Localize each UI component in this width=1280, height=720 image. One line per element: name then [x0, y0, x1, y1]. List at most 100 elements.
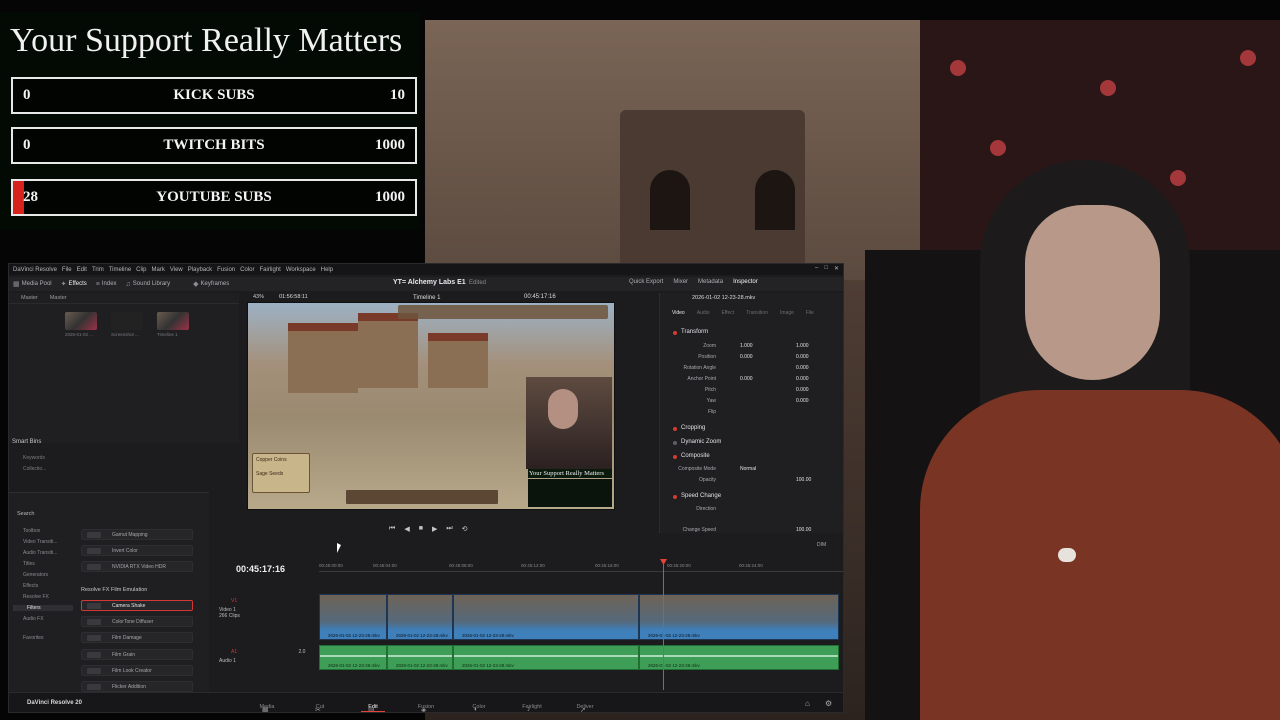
loop-icon[interactable]: ⟲ — [462, 525, 468, 533]
maximize-icon[interactable]: □ — [824, 265, 828, 272]
tree-titles[interactable]: Titles — [23, 561, 35, 567]
fx-film-damage[interactable]: Film Damage — [81, 632, 193, 643]
section-dynamic-zoom[interactable]: Dynamic Zoom — [672, 439, 721, 445]
param-value[interactable]: 0.000 — [796, 387, 809, 393]
menu-help[interactable]: Help — [321, 267, 333, 273]
param-y[interactable]: 1.000 — [796, 343, 809, 349]
video-clip[interactable]: 2026-01-02 12-23-28.mkv — [319, 594, 387, 640]
fx-gamut-mapping[interactable]: Gamut Mapping — [81, 529, 193, 540]
param-value[interactable]: 0.000 — [796, 398, 809, 404]
video-clip[interactable]: 2026-01-02 12-23-28.mkv — [453, 594, 639, 640]
tab-effect[interactable]: Effect — [722, 310, 735, 316]
tree-audio-fx[interactable]: Audio FX — [23, 616, 44, 622]
video-clip[interactable]: 2026-01-02 12-23-28.mkv — [639, 594, 839, 640]
menu-view[interactable]: View — [170, 267, 183, 273]
section-speed-change[interactable]: Speed Change — [672, 493, 721, 499]
menu-fusion[interactable]: Fusion — [217, 267, 235, 273]
quick-export-button[interactable]: Quick Export — [629, 279, 663, 285]
timeline-viewer[interactable]: Your Support Really Matters Copper Coins… — [247, 302, 615, 510]
fx-invert-color[interactable]: Invert Color — [81, 545, 193, 556]
tree-toolbox[interactable]: Toolbox — [23, 528, 40, 534]
bin-master-path[interactable]: Master — [50, 295, 67, 301]
effects-button[interactable]: ✦ Effects — [61, 280, 87, 288]
viewer-timeline-name[interactable]: Timeline 1 — [413, 295, 440, 301]
mixer-button[interactable]: Mixer — [673, 279, 688, 285]
tree-audio-transitions[interactable]: Audio Transiti... — [23, 550, 57, 556]
menu-file[interactable]: File — [62, 267, 72, 273]
settings-gear-icon[interactable]: ⚙ — [825, 699, 832, 708]
fx-camera-shake[interactable]: Camera Shake — [81, 600, 193, 611]
smart-bin-keywords[interactable]: Keywords — [23, 455, 45, 461]
menu-playback[interactable]: Playback — [188, 267, 212, 273]
track-header-v1[interactable]: V1 Video 1 266 Clips — [209, 598, 319, 619]
param-x[interactable]: 0.000 — [740, 354, 753, 360]
section-cropping[interactable]: Cropping — [672, 425, 705, 431]
effects-search[interactable]: Search — [17, 511, 34, 517]
bin-master-root[interactable]: Master — [21, 295, 38, 301]
page-edit[interactable]: ▤ Edit — [358, 704, 388, 712]
video-clip[interactable]: 2026-01-02 12-23-28.mkv — [387, 594, 453, 640]
close-icon[interactable]: ✕ — [834, 265, 839, 272]
param-x[interactable]: 0.000 — [740, 376, 753, 382]
page-fairlight[interactable]: ♪ Fairlight — [517, 704, 547, 712]
tree-video-transitions[interactable]: Video Transiti... — [23, 539, 57, 545]
stop-icon[interactable]: ■ — [419, 525, 423, 533]
section-composite[interactable]: Composite — [673, 453, 710, 459]
tree-filters[interactable]: Filters — [13, 605, 73, 611]
audio-clip[interactable]: 2026-01-02 12-23-28.mkv — [387, 645, 453, 670]
clip-thumb[interactable]: Screenshot ... — [111, 312, 145, 337]
play-icon[interactable]: ▶ — [432, 525, 437, 533]
menu-color[interactable]: Color — [240, 267, 254, 273]
inspector-button[interactable]: Inspector — [733, 279, 758, 285]
tab-file[interactable]: File — [806, 310, 814, 316]
param-value[interactable]: 100.00 — [796, 527, 811, 533]
playhead[interactable] — [663, 562, 664, 690]
tab-video[interactable]: Video — [672, 310, 685, 316]
menu-workspace[interactable]: Workspace — [286, 267, 316, 273]
index-button[interactable]: ≡ Index — [96, 281, 117, 288]
menu-app[interactable]: DaVinci Resolve — [13, 267, 57, 273]
audio-clip[interactable]: 2026-01-02 12-23-28.mkv — [639, 645, 839, 670]
param-y[interactable]: 0.000 — [796, 354, 809, 360]
param-value[interactable]: 0.000 — [796, 365, 809, 371]
page-color[interactable]: ◐ Color — [464, 704, 494, 712]
fx-film-look-creator[interactable]: Film Look Creator — [81, 665, 193, 676]
page-cut[interactable]: ✂ Cut — [305, 704, 335, 712]
clip-thumb[interactable]: 2026-01-02 ... — [65, 312, 99, 337]
timeline-ruler[interactable]: 00:45:00:00 00:45:04:00 00:45:08:00 00:4… — [319, 562, 843, 572]
menu-fairlight[interactable]: Fairlight — [259, 267, 280, 273]
menu-clip[interactable]: Clip — [136, 267, 146, 273]
keyframes-button[interactable]: ◆ Keyframes — [193, 280, 229, 288]
audio-clip[interactable]: 2026-01-02 12-23-28.mkv — [453, 645, 639, 670]
fx-film-grain[interactable]: Film Grain — [81, 649, 193, 660]
go-to-start-icon[interactable]: ⏮ — [389, 525, 395, 533]
tree-generators[interactable]: Generators — [23, 572, 48, 578]
page-fusion[interactable]: ◈ Fusion — [411, 704, 441, 712]
tree-favorites[interactable]: Favorites — [23, 635, 44, 641]
tree-resolve-fx[interactable]: Resolve FX — [23, 594, 49, 600]
menu-mark[interactable]: Mark — [152, 267, 165, 273]
menu-timeline[interactable]: Timeline — [109, 267, 131, 273]
page-deliver[interactable]: ➚ Deliver — [570, 704, 600, 712]
home-icon[interactable]: ⌂ — [805, 699, 810, 708]
minimize-icon[interactable]: – — [815, 265, 818, 272]
tab-transition[interactable]: Transition — [746, 310, 768, 316]
menu-trim[interactable]: Trim — [92, 267, 104, 273]
track-header-a1[interactable]: A1 2.0 Audio 1 — [209, 649, 319, 664]
tab-image[interactable]: Image — [780, 310, 794, 316]
clip-thumb[interactable]: Timeline 1 — [157, 312, 191, 337]
section-transform[interactable]: Transform — [672, 329, 708, 335]
play-reverse-icon[interactable]: ◀ — [404, 525, 409, 533]
fx-colortone-diffuser[interactable]: ColorTone Diffuser — [81, 616, 193, 627]
param-x[interactable]: 1.000 — [740, 343, 753, 349]
dim-button[interactable]: DIM — [817, 542, 826, 548]
fx-nvidia-rtx-hdr[interactable]: NVIDIA RTX Video HDR — [81, 561, 193, 572]
sound-library-button[interactable]: ♫ Sound Library — [126, 281, 171, 288]
smart-bin-collections[interactable]: Collectio... — [23, 466, 46, 472]
menu-edit[interactable]: Edit — [77, 267, 87, 273]
media-pool-button[interactable]: ▦ Media Pool — [13, 280, 52, 288]
viewer-zoom[interactable]: 43% — [253, 294, 264, 300]
tree-effects[interactable]: Effects — [23, 583, 38, 589]
audio-clip[interactable]: 2026-01-02 12-23-28.mkv — [319, 645, 387, 670]
composite-mode-select[interactable]: Normal — [740, 466, 756, 472]
